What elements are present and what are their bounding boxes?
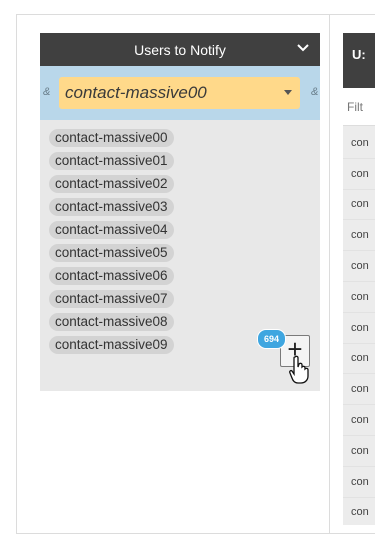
list-item[interactable]: con bbox=[343, 405, 375, 436]
contact-select[interactable]: contact-massive00 bbox=[59, 77, 300, 109]
list-item[interactable]: con bbox=[343, 251, 375, 282]
count-badge: 694 bbox=[257, 329, 286, 349]
list-item[interactable]: contact-massive07 bbox=[49, 290, 174, 308]
panel-title: Users to Notify bbox=[134, 41, 226, 58]
list-item[interactable]: con bbox=[343, 467, 375, 498]
list-item[interactable]: contact-massive08 bbox=[49, 313, 174, 331]
list-item[interactable]: con bbox=[343, 220, 375, 252]
list-item[interactable]: con bbox=[343, 159, 375, 190]
list-item[interactable]: con bbox=[343, 313, 375, 344]
chevron-down-icon[interactable] bbox=[296, 41, 310, 55]
list-item[interactable]: contact-massive06 bbox=[49, 267, 174, 285]
list-item[interactable]: con bbox=[343, 374, 375, 406]
list-item[interactable]: contact-massive09 bbox=[49, 336, 174, 354]
right-panel-title: U: bbox=[343, 33, 375, 88]
list-item[interactable]: contact-massive02 bbox=[49, 175, 174, 193]
caret-down-icon[interactable] bbox=[284, 90, 292, 95]
filter-row: & contact-massive00 & bbox=[40, 66, 320, 120]
list-item[interactable]: con bbox=[343, 436, 375, 467]
list-item[interactable]: contact-massive03 bbox=[49, 198, 174, 216]
right-list: con con con con con con con con con con … bbox=[343, 128, 375, 525]
list-item[interactable]: con bbox=[343, 190, 375, 221]
list-item[interactable]: con bbox=[343, 344, 375, 375]
column-divider bbox=[329, 14, 330, 534]
hand-cursor-icon bbox=[289, 355, 309, 384]
list-item[interactable]: con bbox=[343, 498, 375, 525]
list-item[interactable]: contact-massive01 bbox=[49, 152, 174, 170]
list-item[interactable]: contact-massive00 bbox=[49, 129, 174, 147]
panel-header: Users to Notify bbox=[40, 33, 320, 66]
list-item[interactable]: contact-massive04 bbox=[49, 221, 174, 239]
list-item[interactable]: con bbox=[343, 282, 375, 313]
select-value: contact-massive00 bbox=[65, 83, 207, 102]
contact-list: contact-massive00 contact-massive01 cont… bbox=[49, 129, 249, 359]
users-panel-right: U: Filt con con con con con con con con … bbox=[343, 33, 375, 525]
and-operator-left: & bbox=[43, 86, 51, 98]
and-operator-right: & bbox=[311, 86, 319, 98]
list-item[interactable]: contact-massive05 bbox=[49, 244, 174, 262]
users-to-notify-panel: Users to Notify & contact-massive00 & co… bbox=[40, 33, 320, 391]
filter-input[interactable]: Filt bbox=[343, 88, 375, 126]
list-item[interactable]: con bbox=[343, 128, 375, 159]
